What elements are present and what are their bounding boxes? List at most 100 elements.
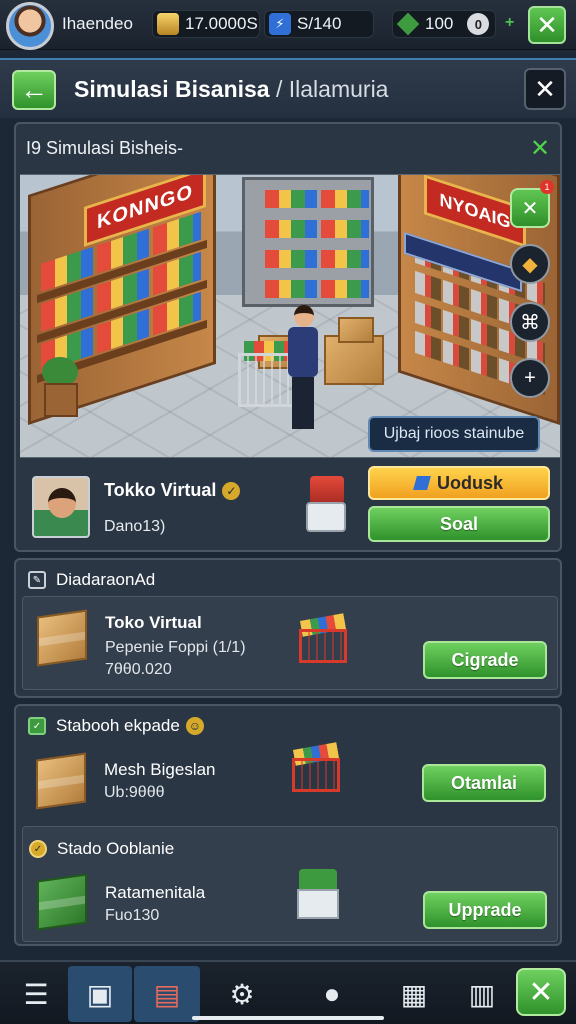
crate-stripe [39, 895, 85, 911]
back-button[interactable]: ← [12, 70, 56, 110]
scene-tool-button[interactable]: ✕ [510, 188, 550, 228]
character-torso [288, 327, 318, 377]
machine-top [299, 869, 337, 891]
arrow-left-icon: ← [20, 74, 48, 105]
gems-end-badge: 0 [467, 13, 490, 35]
shelf-goods [265, 190, 369, 208]
store-card-line1: Pepenie Foppi (1/1) [105, 639, 246, 656]
sell-button-label: Soal [439, 513, 478, 534]
green-crate-icon [37, 873, 87, 931]
energy-icon: ⚡ [269, 13, 291, 35]
machine-icon [295, 869, 341, 919]
character-head [294, 305, 314, 327]
player-name: Ihaendeo [58, 10, 148, 38]
add-gems-icon[interactable]: + [505, 14, 514, 32]
coins-icon: ◆ [522, 253, 538, 276]
notification-badge: 1 [540, 180, 554, 194]
coin-stack-icon [157, 13, 179, 35]
store-card-name: Toko Virtual [105, 613, 202, 632]
gem-icon-wrapper [396, 12, 420, 36]
nav-build[interactable]: ▣ [68, 966, 132, 1022]
basket-icon [295, 613, 351, 665]
upgrade-card-value: Fuo130 [105, 907, 160, 924]
nav-tools-button[interactable]: ✕ [516, 968, 566, 1016]
crate-stripe [38, 774, 84, 790]
player-avatar[interactable] [6, 2, 54, 50]
page-title-main: Simulasi Bisanisa [74, 76, 270, 102]
verified-icon: ✓ [222, 482, 241, 501]
store-subtitle: Dano13) [104, 518, 166, 535]
scene-coins-button[interactable]: ◆ [510, 244, 550, 284]
page-title: Simulasi Bisanisa / Ilalamuria [74, 76, 388, 103]
section-heading-label: DiadaraonAd [56, 570, 156, 589]
nav-settings[interactable]: ⚙ [212, 966, 272, 1022]
top-close-button[interactable]: ✕ [528, 6, 566, 44]
unlock-button-label: Uodusk [436, 472, 503, 493]
sell-button[interactable]: Soal [368, 506, 550, 542]
store-roof [310, 476, 344, 504]
upgrades-section: ✓ Stabooh ekpade ☺ Mesh Bigeslan Ub:9θθθ… [14, 704, 562, 946]
shelf-goods [265, 280, 369, 298]
upgrade-card[interactable]: Mesh Bigeslan Ub:9θθθ Otamlai [22, 740, 558, 834]
calculator-icon: ▦ [400, 978, 428, 1010]
crate-icon [36, 752, 86, 810]
coins-counter[interactable]: 17.0000S [152, 10, 260, 38]
store-base [306, 502, 346, 532]
store-building-icon [304, 476, 348, 534]
cube-icon: ▣ [86, 978, 114, 1010]
character-legs [292, 377, 314, 429]
shelf-goods [265, 220, 369, 238]
home-indicator [192, 1016, 384, 1020]
card-heading: ✓ Stado Ooblanie [29, 839, 174, 859]
section-heading: ✎ DiadaraonAd [28, 570, 155, 590]
coins-value: 17.0000S [185, 14, 258, 33]
upgrade-button[interactable]: Upprade [423, 891, 547, 929]
scene-status-pill[interactable]: Ujbaj rioos stainube [368, 416, 540, 452]
claim-button[interactable]: Otamlai [422, 764, 546, 802]
nav-store[interactable]: ▤ [134, 966, 200, 1022]
settings-icon: ⚙ [229, 978, 255, 1010]
scene-add-button[interactable]: + [510, 358, 550, 398]
shopkeeper-character [288, 305, 318, 435]
store-owner-avatar [32, 476, 90, 538]
upgrade-button[interactable]: Cigrade [423, 641, 547, 679]
badge-icon: ✓ [29, 840, 47, 858]
panel-close-icon[interactable]: ✕ [530, 134, 550, 163]
tools-icon: ✕ [528, 975, 554, 1009]
header-close-button[interactable]: ✕ [524, 68, 566, 110]
scene-map-button[interactable]: ⌘ [510, 302, 550, 342]
crate-icon [37, 609, 87, 667]
store-card[interactable]: Toko Virtual Pepenie Foppi (1/1) 7θθ0.02… [22, 596, 558, 690]
nav-storage[interactable]: ▥ [452, 966, 512, 1022]
basket-body [299, 629, 347, 663]
section-heading-label: Stabooh ekpade [56, 716, 180, 735]
cardboard-box [338, 317, 374, 343]
close-icon: ✕ [536, 9, 558, 40]
energy-counter[interactable]: ⚡ S/140 [264, 10, 374, 38]
crate-stripe [39, 631, 85, 647]
storage-icon: ▥ [468, 978, 496, 1010]
avatar-face [48, 488, 76, 518]
energy-value: S/140 [297, 14, 342, 33]
store-card-line2: 7θθ0.020 [105, 661, 172, 678]
nav-menu[interactable]: ☰ [8, 966, 64, 1022]
player-name-label: Ihaendeo [62, 14, 133, 33]
edit-icon: ✎ [28, 571, 46, 589]
nav-calculator[interactable]: ▦ [384, 966, 444, 1022]
unlock-button[interactable]: Uodusk [368, 466, 550, 500]
store-name: Tokko Virtual ✓ [104, 480, 241, 501]
upgrade-card[interactable]: ✓ Stado Ooblanie Ratamenitala Fuo130 Upp… [22, 826, 558, 942]
machine-base [297, 889, 339, 919]
gem-icon [396, 12, 420, 36]
page-header: ← Simulasi Bisanisa / Ilalamuria ✕ [0, 58, 576, 118]
store-info-row: Tokko Virtual ✓ Dano13) Uodusk Soal [20, 462, 560, 548]
upgrade-button-label: Cigrade [451, 649, 519, 670]
plus-icon: + [524, 366, 536, 389]
back-shelf [242, 177, 374, 307]
map-icon: ⌘ [520, 311, 540, 334]
checkbox-icon: ✓ [28, 717, 46, 735]
simulation-panel: I9 Simulasi Bisheis- ✕ KONNGO NYOAIG ✕ 1… [14, 122, 562, 552]
gems-counter[interactable]: 100 0 [392, 10, 496, 38]
nav-profile[interactable]: ● [302, 966, 362, 1022]
claim-button-label: Otamlai [450, 772, 518, 793]
